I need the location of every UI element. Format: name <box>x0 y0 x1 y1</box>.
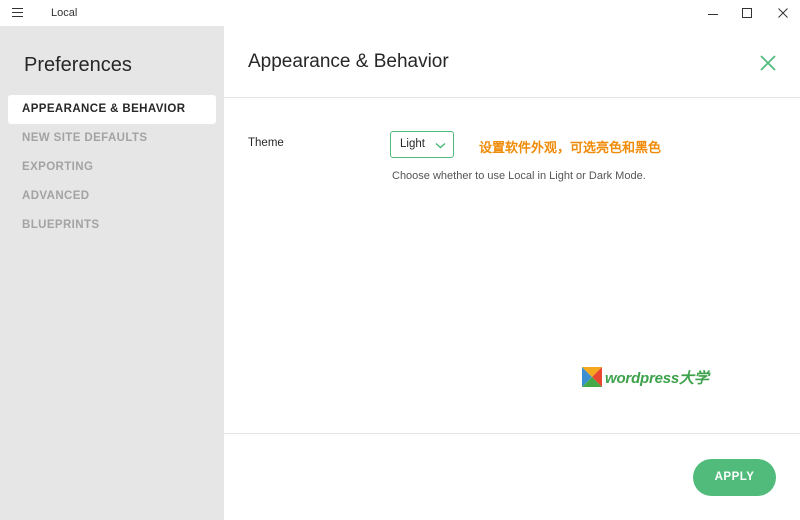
watermark-text: wordpress大学 <box>605 369 709 387</box>
theme-annotation: 设置软件外观，可选亮色和黑色 <box>479 140 662 155</box>
sidebar-item-exporting[interactable]: EXPORTING <box>8 153 216 182</box>
sidebar-title: Preferences <box>24 54 132 76</box>
window-close-button[interactable] <box>766 0 800 26</box>
chevron-down-icon <box>435 142 446 149</box>
close-icon <box>778 8 788 18</box>
minimize-button[interactable] <box>696 0 730 26</box>
theme-label: Theme <box>248 137 284 149</box>
header-divider <box>224 97 800 98</box>
sidebar-item-advanced[interactable]: ADVANCED <box>8 182 216 211</box>
maximize-button[interactable] <box>730 0 764 26</box>
theme-select[interactable]: Light <box>390 131 454 158</box>
hamburger-menu-icon[interactable] <box>12 8 23 18</box>
watermark-logo-icon <box>582 367 602 387</box>
page-title: Appearance & Behavior <box>248 51 449 72</box>
app-window: Local Preferences APPEARANCE & BEHAVIOR … <box>0 0 800 520</box>
maximize-icon <box>742 8 752 18</box>
footer-divider <box>224 433 800 434</box>
close-icon <box>760 55 776 71</box>
sidebar-item-appearance-behavior[interactable]: APPEARANCE & BEHAVIOR <box>8 95 216 124</box>
sidebar-item-blueprints[interactable]: BLUEPRINTS <box>8 211 216 240</box>
title-bar: Local <box>0 0 800 26</box>
theme-select-value: Light <box>400 138 425 150</box>
sidebar-item-new-site-defaults[interactable]: NEW SITE DEFAULTS <box>8 124 216 153</box>
app-title: Local <box>51 7 78 19</box>
apply-button[interactable]: APPLY <box>693 459 776 496</box>
watermark: wordpress大学 <box>582 366 709 388</box>
minimize-icon <box>708 13 718 15</box>
close-preferences-button[interactable] <box>758 53 778 73</box>
sidebar: Preferences APPEARANCE & BEHAVIOR NEW SI… <box>0 26 224 520</box>
theme-help-text: Choose whether to use Local in Light or … <box>392 170 646 182</box>
sidebar-nav: APPEARANCE & BEHAVIOR NEW SITE DEFAULTS … <box>8 95 216 240</box>
main-panel: Appearance & Behavior Theme Light 设置软件外观… <box>224 26 800 520</box>
